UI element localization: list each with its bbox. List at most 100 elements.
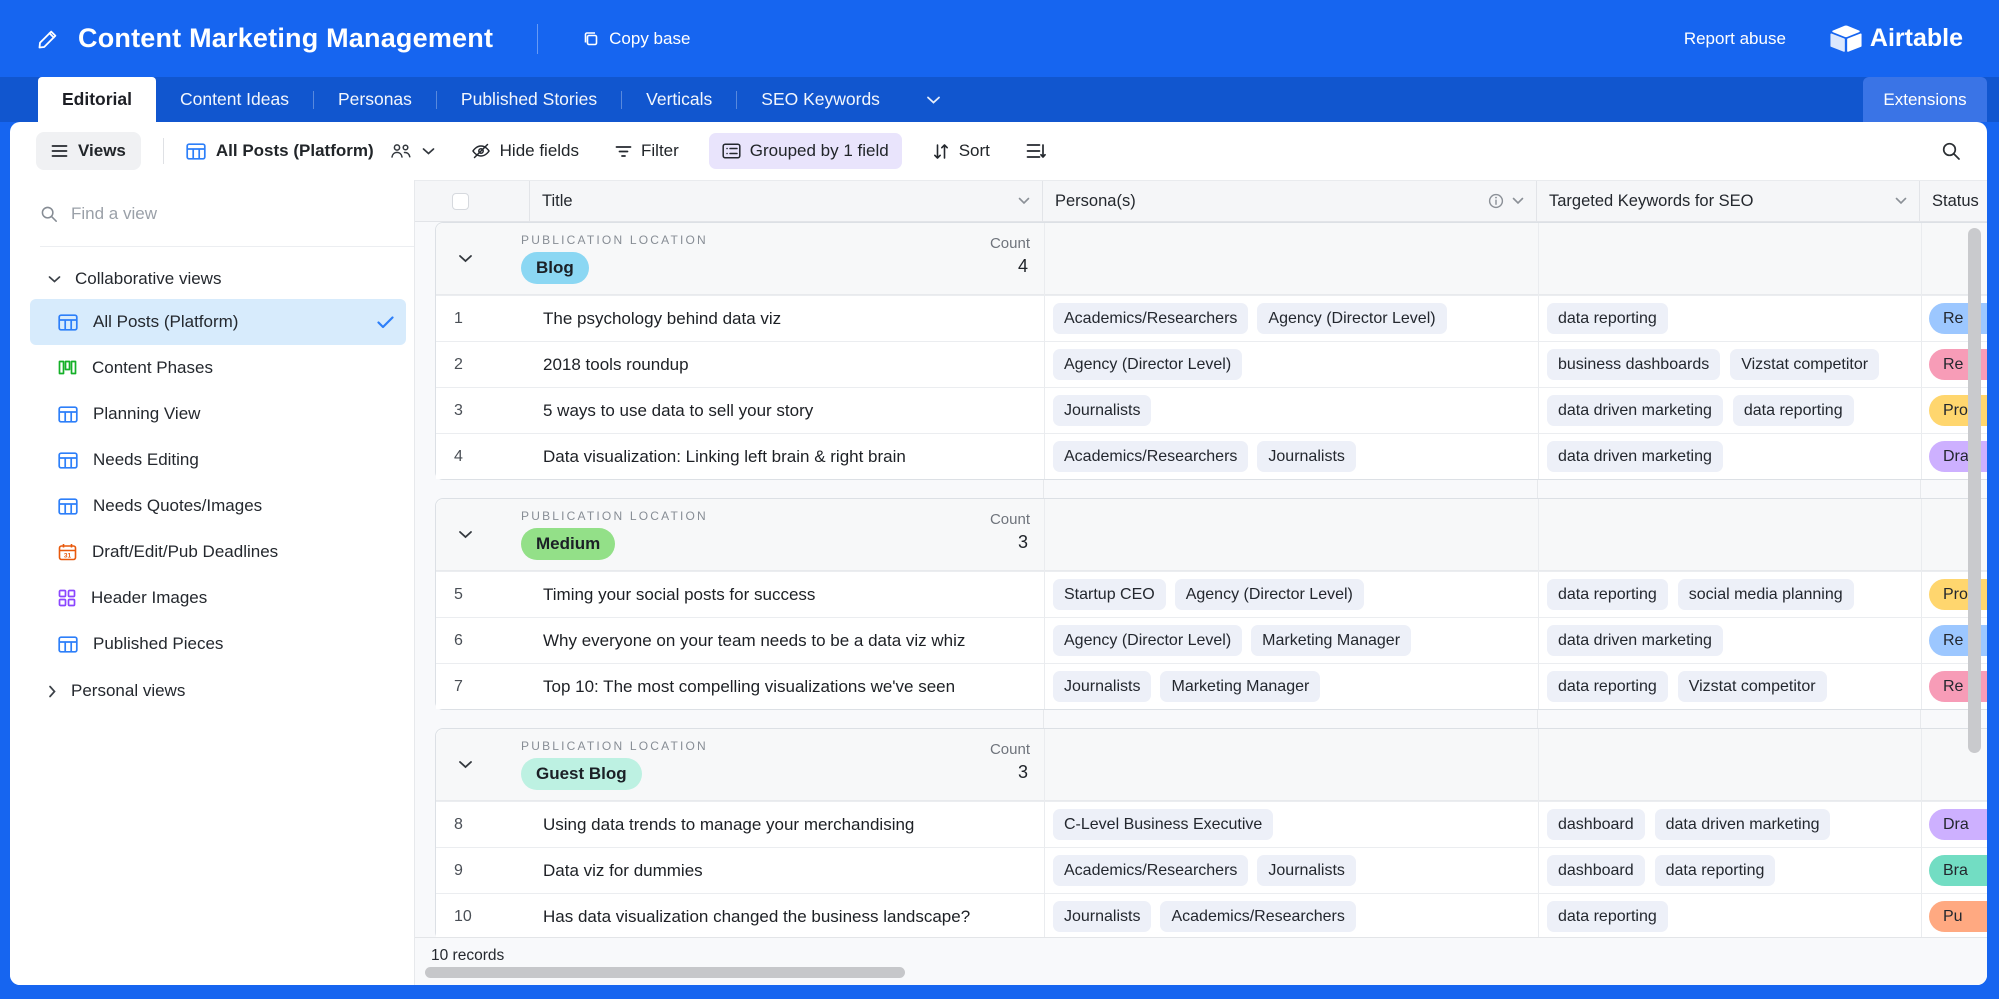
vertical-scrollbar[interactable] (1968, 228, 1981, 753)
column-label: Status (1932, 192, 1979, 211)
select-option-chip: Agency (Director Level) (1053, 625, 1242, 656)
table-row[interactable]: 5 Timing your social posts for success S… (436, 571, 1987, 617)
personas-cell: Academics/ResearchersAgency (Director Le… (1044, 303, 1538, 334)
row-title: 5 ways to use data to sell your story (531, 401, 1044, 421)
status-chip: Dra (1929, 809, 1987, 840)
search-icon (40, 205, 58, 223)
personal-views-section[interactable]: Personal views (48, 681, 414, 701)
sort-icon (932, 143, 950, 160)
keywords-cell: business dashboardsVizstat competitor (1538, 349, 1921, 380)
select-option-chip: Journalists (1053, 901, 1151, 932)
column-header-status[interactable]: Status (1920, 181, 1987, 221)
table-row[interactable]: 4 Data visualization: Linking left brain… (436, 433, 1987, 479)
tab-personas[interactable]: Personas (314, 77, 436, 122)
column-header-title[interactable]: Title (530, 181, 1043, 221)
table-row[interactable]: 1 The psychology behind data viz Academi… (436, 295, 1987, 341)
personal-views-label: Personal views (71, 681, 185, 701)
tab-editorial[interactable]: Editorial (38, 77, 156, 122)
sidebar-item-all-posts-platform[interactable]: All Posts (Platform) (30, 299, 406, 345)
personas-cell: Agency (Director Level)Marketing Manager (1044, 625, 1538, 656)
count-label: Count (904, 511, 1030, 528)
table-row[interactable]: 3 5 ways to use data to sell your story … (436, 387, 1987, 433)
personas-cell: Agency (Director Level) (1044, 349, 1538, 380)
chevron-down-icon[interactable] (1512, 197, 1524, 205)
sidebar-item-needs-editing[interactable]: Needs Editing (30, 437, 406, 483)
sidebar-item-planning-view[interactable]: Planning View (30, 391, 406, 437)
collapse-group-chevron-icon[interactable] (458, 760, 473, 770)
view-item-label: Content Phases (92, 358, 394, 378)
sort-label: Sort (959, 141, 990, 161)
kanban-icon (58, 360, 77, 377)
row-number: 2 (436, 356, 531, 374)
current-view-name: All Posts (Platform) (216, 141, 374, 161)
select-option-chip: Marketing Manager (1160, 671, 1320, 702)
tab-seo-keywords[interactable]: SEO Keywords (737, 77, 904, 122)
search-input[interactable] (71, 204, 351, 224)
row-title: Data visualization: Linking left brain &… (531, 447, 1044, 467)
select-all-checkbox[interactable] (452, 193, 469, 210)
more-tables-chevron-icon[interactable] (926, 95, 941, 105)
collaborative-views-section[interactable]: Collaborative views (48, 269, 414, 289)
select-option-chip: data reporting (1547, 303, 1668, 334)
extensions-button[interactable]: Extensions (1863, 77, 1987, 122)
chevron-down-icon[interactable] (1018, 197, 1030, 205)
select-option-chip: social media planning (1678, 579, 1854, 610)
group-value-chip[interactable]: Medium (521, 528, 615, 560)
copy-base-label: Copy base (609, 29, 690, 49)
sidebar-item-published-pieces[interactable]: Published Pieces (30, 621, 406, 667)
views-button[interactable]: Views (36, 132, 141, 170)
brand-name: Airtable (1870, 24, 1963, 53)
sidebar-item-needs-quotes-images[interactable]: Needs Quotes/Images (30, 483, 406, 529)
table-row[interactable]: 8 Using data trends to manage your merch… (436, 801, 1987, 847)
collaborators-icon (390, 143, 412, 159)
filter-button[interactable]: Filter (615, 141, 679, 161)
sidebar-item-header-images[interactable]: Header Images (30, 575, 406, 621)
find-view-search[interactable] (40, 204, 414, 247)
column-header-targeted-keywords-for-seo[interactable]: Targeted Keywords for SEO (1537, 181, 1920, 221)
column-header-persona-s[interactable]: Persona(s) (1043, 181, 1537, 221)
horizontal-scrollbar[interactable] (425, 967, 905, 978)
collapse-group-chevron-icon[interactable] (458, 530, 473, 540)
info-icon[interactable] (1488, 193, 1504, 209)
tab-verticals[interactable]: Verticals (622, 77, 736, 122)
chevron-down-icon[interactable] (1895, 197, 1907, 205)
pencil-icon[interactable] (36, 27, 60, 51)
sidebar-item-content-phases[interactable]: Content Phases (30, 345, 406, 391)
group-value-chip[interactable]: Guest Blog (521, 758, 642, 790)
select-option-chip: data driven marketing (1547, 441, 1723, 472)
copy-base-button[interactable]: Copy base (582, 29, 690, 49)
content-area: Views All Posts (Platform) (10, 122, 1987, 985)
grid-icon (58, 498, 78, 515)
view-item-label: Planning View (93, 404, 394, 424)
group-value-chip[interactable]: Blog (521, 252, 589, 284)
column-separator (1921, 729, 1922, 937)
tab-published-stories[interactable]: Published Stories (437, 77, 621, 122)
count-value: 4 (904, 256, 1028, 277)
toolbar-divider (163, 138, 164, 164)
keywords-cell: data reporting (1538, 901, 1921, 932)
table-row[interactable]: 9 Data viz for dummies Academics/Researc… (436, 847, 1987, 893)
sort-button[interactable]: Sort (932, 141, 990, 161)
collapse-group-chevron-icon[interactable] (458, 254, 473, 264)
table-row[interactable]: 7 Top 10: The most compelling visualizat… (436, 663, 1987, 709)
group-field-label: PUBLICATION LOCATION (521, 233, 708, 247)
row-height-button[interactable] (1026, 143, 1046, 159)
hide-fields-button[interactable]: Hide fields (471, 141, 579, 161)
view-switcher[interactable]: All Posts (Platform) (186, 141, 435, 161)
search-icon[interactable] (1941, 141, 1961, 161)
row-title: Data viz for dummies (531, 861, 1044, 881)
header-divider (537, 24, 538, 54)
grid-icon (58, 314, 78, 331)
table-row[interactable]: 6 Why everyone on your team needs to be … (436, 617, 1987, 663)
row-title: Has data visualization changed the busin… (531, 907, 1044, 927)
tab-content-ideas[interactable]: Content Ideas (156, 77, 313, 122)
sidebar-item-draft-edit-pub-deadlines[interactable]: 31 Draft/Edit/Pub Deadlines (30, 529, 406, 575)
svg-text:31: 31 (64, 553, 72, 560)
keywords-cell: data driven marketing (1538, 625, 1921, 656)
airtable-logo[interactable]: Airtable (1830, 24, 1963, 53)
table-row[interactable]: 10 Has data visualization changed the bu… (436, 893, 1987, 937)
group-button[interactable]: Grouped by 1 field (709, 133, 902, 169)
keywords-cell: data reportingsocial media planning (1538, 579, 1921, 610)
table-row[interactable]: 2 2018 tools roundup Agency (Director Le… (436, 341, 1987, 387)
report-abuse-link[interactable]: Report abuse (1684, 29, 1786, 49)
